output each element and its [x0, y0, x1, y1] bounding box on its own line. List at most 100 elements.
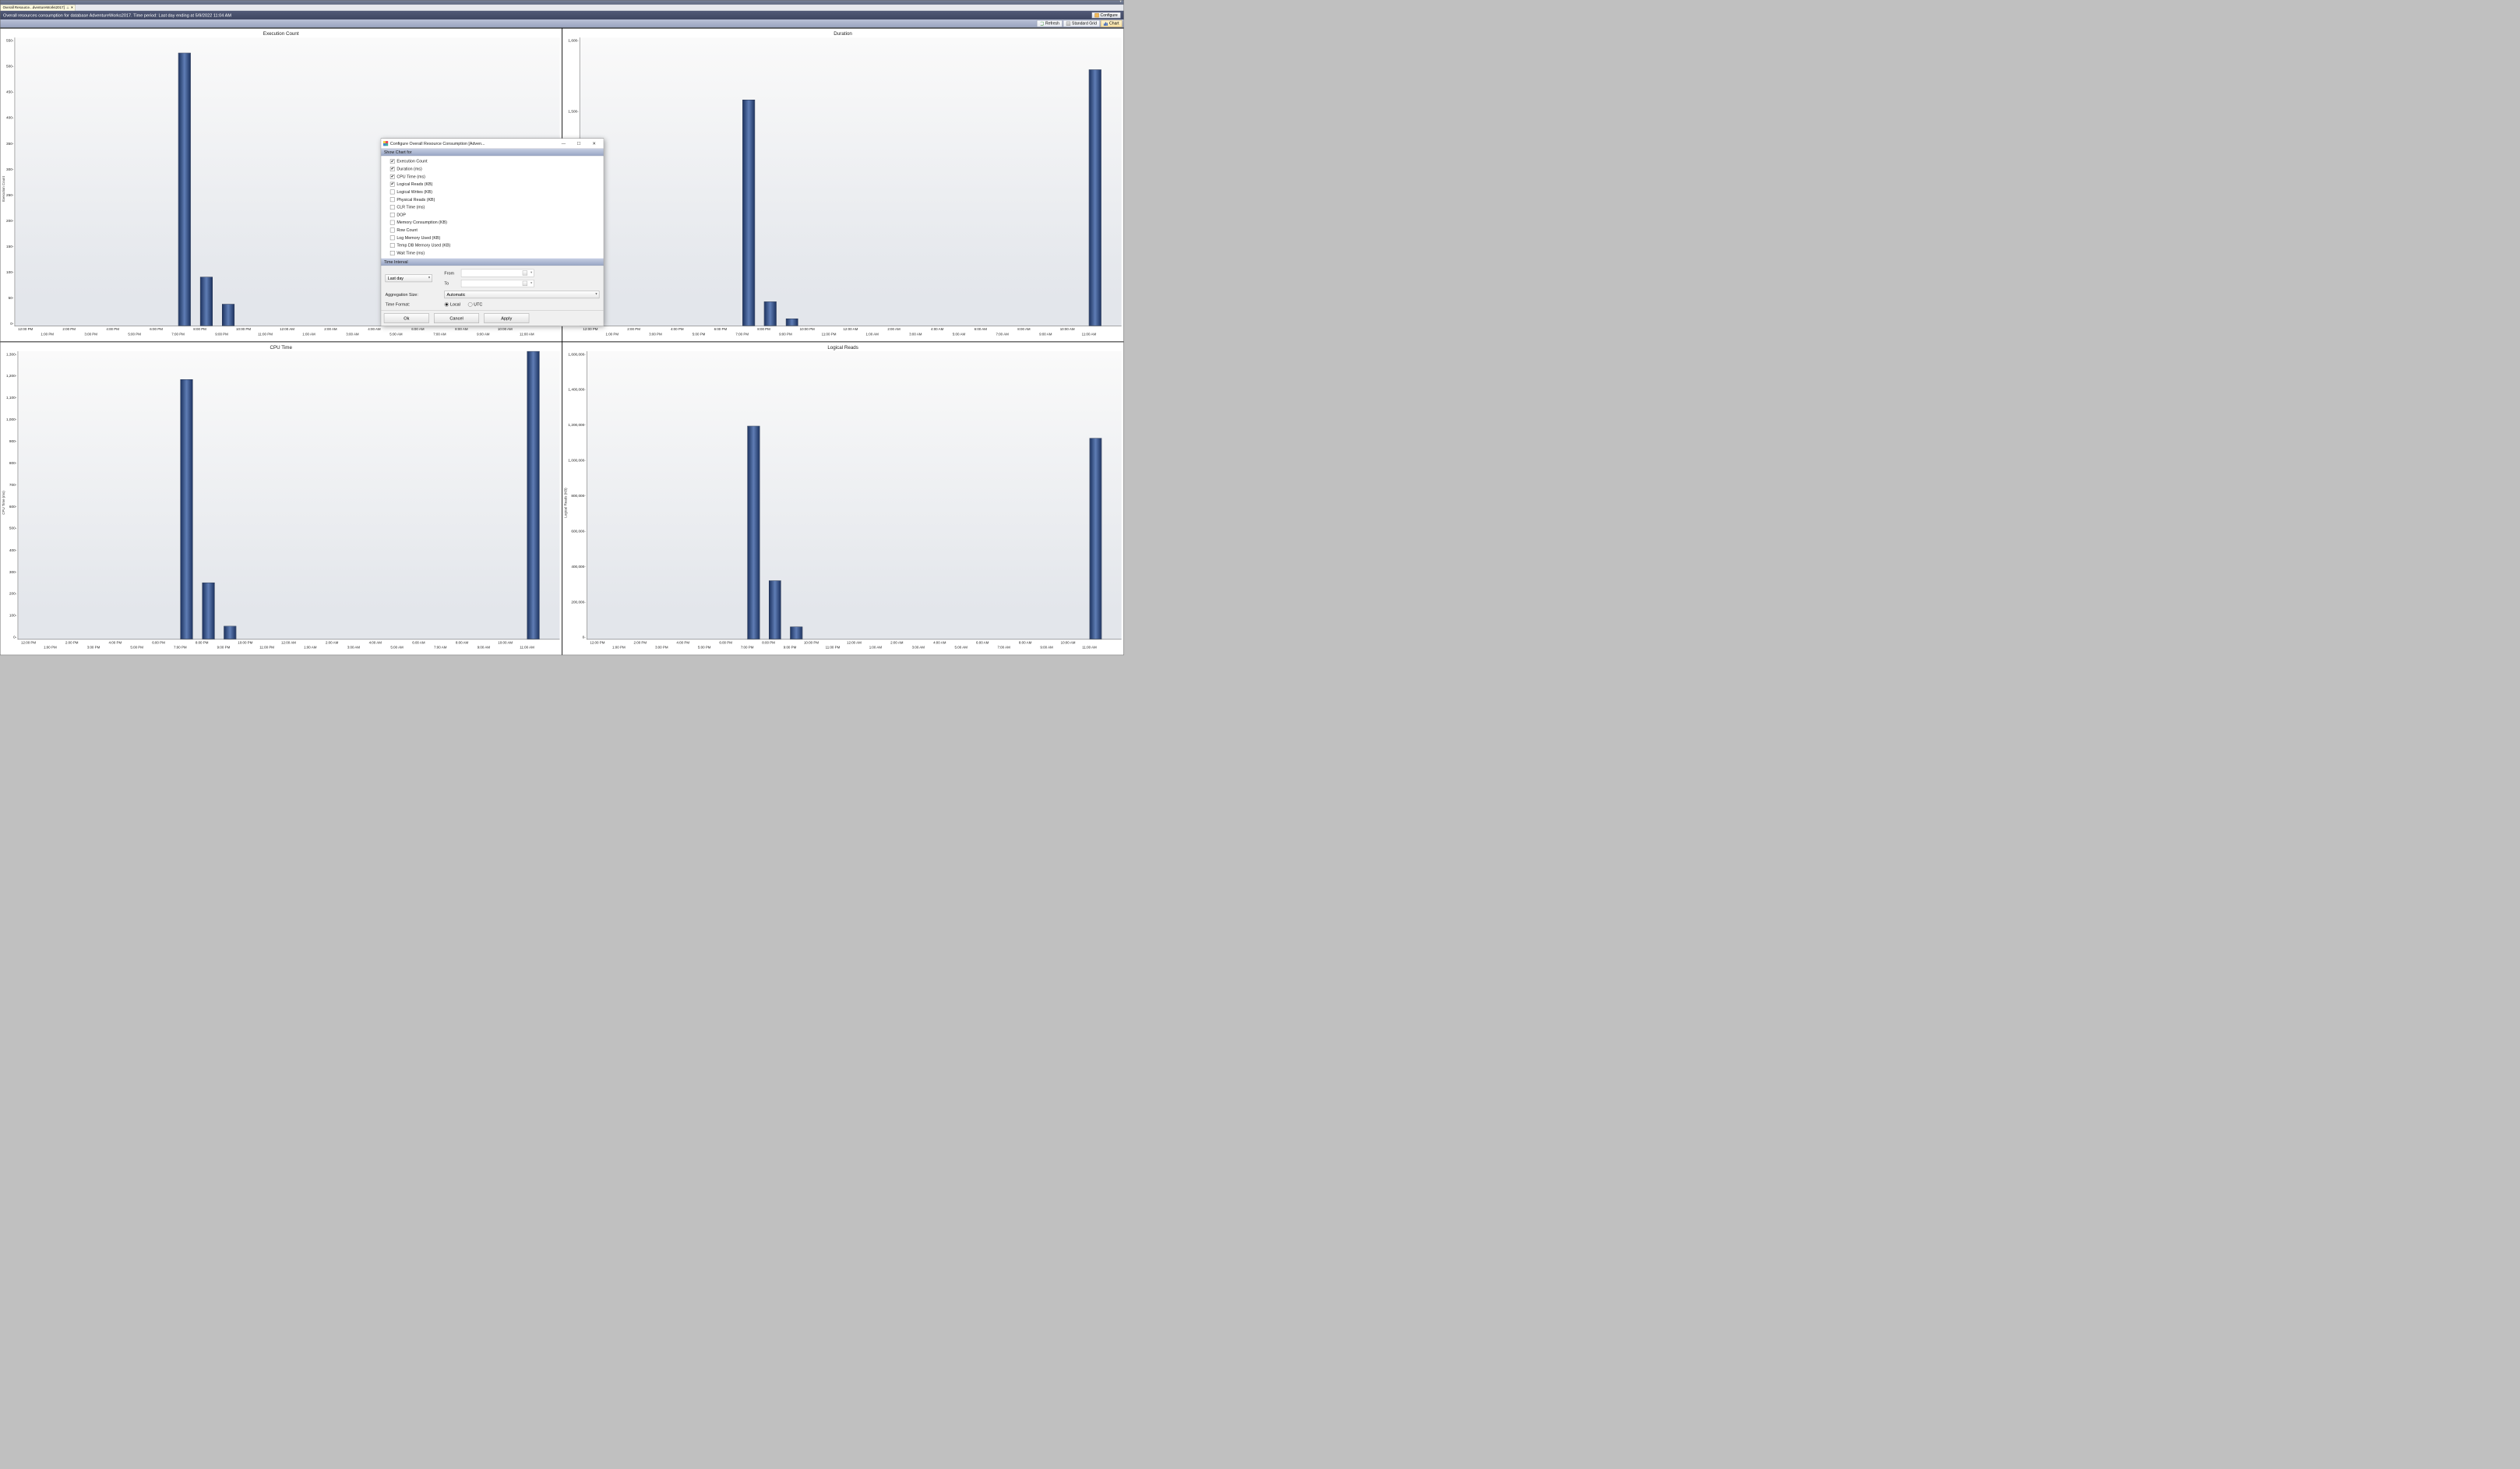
- standard-grid-button[interactable]: Standard Grid: [1063, 20, 1100, 27]
- bar[interactable]: [790, 627, 802, 639]
- bar[interactable]: [786, 319, 798, 326]
- checkbox-row[interactable]: Physical Reads (KB): [381, 196, 603, 203]
- plot-area[interactable]: [580, 37, 1122, 326]
- x-axis: 12:00 PM2:00 PM4:00 PM6:00 PM8:00 PM10:0…: [580, 326, 1122, 340]
- time-format-utc-radio[interactable]: [468, 302, 473, 307]
- apply-button[interactable]: Apply: [484, 313, 529, 322]
- x-tick: 6:00 PM: [150, 327, 163, 331]
- from-datepicker[interactable]: [461, 269, 534, 277]
- dialog-titlebar[interactable]: Configure Overall Resource Consumption […: [381, 139, 603, 148]
- bar[interactable]: [178, 53, 191, 326]
- y-tick: 300-: [9, 570, 16, 574]
- close-icon[interactable]: ×: [71, 6, 73, 10]
- to-datepicker[interactable]: [461, 280, 534, 287]
- checkbox-label: Memory Consumption (KB): [397, 220, 447, 224]
- calendar-icon: [523, 270, 527, 275]
- configure-dialog: Configure Overall Resource Consumption […: [381, 139, 604, 326]
- bar[interactable]: [222, 304, 234, 326]
- plot-area[interactable]: [587, 351, 1122, 639]
- x-tick: 10:00 PM: [800, 327, 815, 331]
- x-tick: 11:00 AM: [520, 333, 534, 336]
- y-tick: 800-: [9, 461, 16, 465]
- checkbox-row[interactable]: Execution Count: [381, 157, 603, 165]
- bar[interactable]: [1089, 69, 1101, 326]
- plot-area[interactable]: [18, 351, 560, 639]
- y-tick: 150-: [6, 245, 13, 248]
- x-tick: 10:00 AM: [498, 641, 513, 645]
- chart-cpu[interactable]: CPU TimeCPU Time (ms)1,300-1,200-1,100-1…: [0, 342, 562, 655]
- chart-title: Execution Count: [0, 29, 562, 37]
- checkbox-row[interactable]: Logical Writes (KB): [381, 188, 603, 196]
- document-tab[interactable]: Overall Resource...dventureWorks2017] ⟂ …: [0, 5, 75, 11]
- y-tick: 400-: [9, 548, 16, 552]
- x-tick: 11:00 PM: [259, 646, 274, 650]
- checkbox[interactable]: [390, 227, 395, 232]
- refresh-button[interactable]: Refresh: [1037, 20, 1063, 27]
- bar[interactable]: [747, 426, 760, 639]
- checkbox-row[interactable]: Wait Time (ms): [381, 249, 603, 257]
- bar[interactable]: [527, 351, 540, 639]
- y-tick: 1,500-: [568, 109, 578, 113]
- checkbox[interactable]: [390, 159, 395, 164]
- x-tick: 6:00 PM: [152, 641, 165, 645]
- checkbox-row[interactable]: Memory Consumption (KB): [381, 219, 603, 227]
- checkbox-row[interactable]: Log Memory Used (KB): [381, 234, 603, 241]
- ok-button[interactable]: Ok: [384, 313, 429, 322]
- checkbox[interactable]: [390, 251, 395, 255]
- x-tick: 5:00 PM: [693, 333, 706, 336]
- y-tick: 0-: [13, 636, 16, 639]
- x-tick: 5:00 PM: [128, 333, 141, 336]
- bar[interactable]: [764, 301, 777, 326]
- checkbox-label: Log Memory Used (KB): [397, 235, 440, 240]
- configure-button[interactable]: Configure: [1091, 12, 1120, 18]
- checkbox[interactable]: [390, 213, 395, 217]
- charts-grid: Execution CountExecution Count550-500-45…: [0, 28, 1123, 655]
- bar[interactable]: [200, 277, 213, 326]
- checkbox[interactable]: [390, 167, 395, 171]
- y-tick: 1,100-: [6, 396, 16, 400]
- chart-reads[interactable]: Logical ReadsLogical Reads (KB)1,600,000…: [562, 342, 1124, 655]
- close-button[interactable]: ✕: [587, 139, 601, 147]
- checkbox-row[interactable]: Temp DB Memory Used (KB): [381, 241, 603, 249]
- chart-dur[interactable]: DurationDuration (ms)1,600-1,500-1,400-1…: [562, 29, 1124, 342]
- checkbox-row[interactable]: Logical Reads (KB): [381, 180, 603, 188]
- x-tick: 2:00 AM: [890, 641, 903, 645]
- y-tick: 50-: [9, 296, 14, 300]
- time-format-local-radio[interactable]: [444, 302, 449, 307]
- bar[interactable]: [181, 379, 193, 639]
- checkbox-row[interactable]: Row Count: [381, 226, 603, 234]
- bar[interactable]: [742, 100, 755, 326]
- checkbox[interactable]: [390, 243, 395, 248]
- checkbox-label: DOP: [397, 213, 406, 217]
- checkbox[interactable]: [390, 181, 395, 186]
- checkbox[interactable]: [390, 220, 395, 225]
- checkbox[interactable]: [390, 189, 395, 194]
- x-tick: 11:00 PM: [258, 333, 273, 336]
- checkbox[interactable]: [390, 205, 395, 210]
- x-tick: 12:00 PM: [21, 641, 36, 645]
- checkbox-row[interactable]: DOP: [381, 211, 603, 219]
- chart-button[interactable]: Chart: [1101, 20, 1123, 27]
- checkbox-row[interactable]: Duration (ms): [381, 165, 603, 173]
- pin-icon[interactable]: ⟂: [66, 6, 69, 10]
- aggregation-select[interactable]: Automatic: [444, 291, 599, 298]
- bar[interactable]: [202, 583, 214, 639]
- y-tick: 1,000-: [6, 417, 16, 421]
- minimize-button[interactable]: —: [556, 139, 571, 147]
- checkbox-row[interactable]: CLR Time (ms): [381, 203, 603, 211]
- checkbox-row[interactable]: CPU Time (ms): [381, 173, 603, 181]
- interval-select[interactable]: Last day: [386, 274, 432, 282]
- x-tick: 3:00 AM: [912, 646, 925, 650]
- maximize-button[interactable]: ☐: [572, 139, 587, 147]
- checkbox[interactable]: [390, 235, 395, 240]
- x-tick: 9:00 PM: [215, 333, 228, 336]
- bar[interactable]: [769, 580, 781, 639]
- bar[interactable]: [1090, 439, 1102, 639]
- x-tick: 7:00 PM: [174, 646, 187, 650]
- x-tick: 7:00 PM: [735, 333, 749, 336]
- cancel-button[interactable]: Cancel: [434, 313, 479, 322]
- checkbox[interactable]: [390, 174, 395, 179]
- x-tick: 8:00 AM: [1017, 327, 1030, 331]
- bar[interactable]: [224, 626, 236, 639]
- checkbox[interactable]: [390, 197, 395, 202]
